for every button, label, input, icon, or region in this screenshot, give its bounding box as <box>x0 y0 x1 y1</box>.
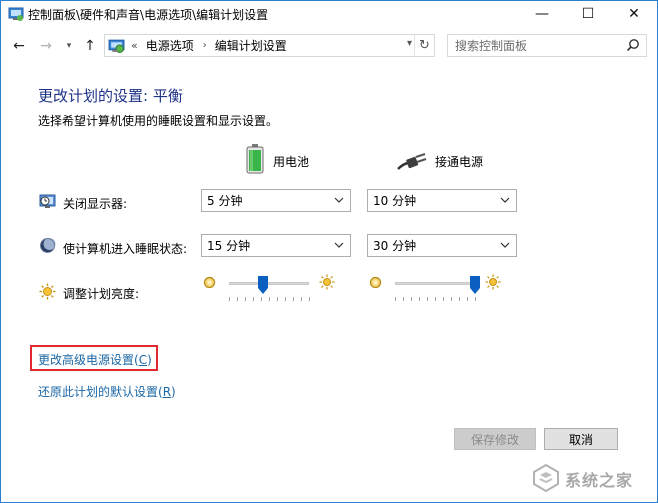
chevron-down-icon <box>500 197 510 203</box>
slider-tick <box>419 297 420 301</box>
battery-icon <box>246 144 264 174</box>
display-off-battery-value: 5 分钟 <box>207 194 243 208</box>
back-button[interactable]: ← <box>10 35 28 57</box>
moon-icon <box>40 238 56 253</box>
sleep-battery-value: 15 分钟 <box>207 239 251 253</box>
dim-sun-icon <box>203 276 216 289</box>
brightness-battery-slider[interactable] <box>203 272 335 302</box>
slider-tick <box>245 297 246 301</box>
restore-link-accesskey: R <box>162 385 172 399</box>
bright-sun-icon <box>485 274 501 290</box>
breadcrumb-power-options[interactable]: 电源选项 <box>146 37 194 54</box>
slider-tick <box>229 297 230 301</box>
forward-button[interactable]: → <box>37 35 55 57</box>
battery-column-label: 用电池 <box>273 154 310 169</box>
breadcrumb-edit-plan[interactable]: 编辑计划设置 <box>215 37 287 54</box>
restore-link-text: 还原此计划的默认设置( <box>38 385 163 399</box>
page-title: 更改计划的设置: 平衡 <box>38 87 183 105</box>
search-input[interactable] <box>448 35 624 56</box>
sleep-plugged-value: 30 分钟 <box>373 239 417 253</box>
recent-locations-button[interactable]: ▾ <box>62 35 76 57</box>
plugged-in-column-label: 接通电源 <box>435 154 484 169</box>
refresh-button[interactable]: ↻ <box>414 35 434 56</box>
advanced-link-close: ) <box>147 353 152 367</box>
chevron-down-icon <box>334 197 344 203</box>
brightness-plugged-slider[interactable] <box>369 272 501 302</box>
slider-tick <box>459 297 460 301</box>
slider-thumb[interactable] <box>470 276 480 294</box>
address-dropdown-button[interactable]: ▾ <box>407 38 412 49</box>
minimize-button[interactable]: — <box>519 1 565 27</box>
window-title: 控制面板\硬件和声音\电源选项\编辑计划设置 <box>28 8 269 22</box>
monitor-clock-icon <box>39 194 56 208</box>
slider-tick <box>467 297 468 301</box>
watermark: 系统之家 <box>529 461 649 499</box>
title-bar: 控制面板\硬件和声音\电源选项\编辑计划设置 — ☐ ✕ <box>1 1 657 27</box>
slider-tick <box>309 297 310 301</box>
control-panel-icon <box>8 7 24 21</box>
slider-tick <box>475 297 476 301</box>
breadcrumb-overflow[interactable]: « <box>131 39 138 52</box>
sleep-battery-select[interactable]: 15 分钟 <box>201 234 351 257</box>
sun-icon <box>39 283 56 300</box>
up-button[interactable]: ↑ <box>81 35 99 57</box>
slider-tick <box>261 297 262 301</box>
slider-tick <box>411 297 412 301</box>
slider-thumb[interactable] <box>257 276 268 294</box>
slider-tick <box>435 297 436 301</box>
slider-tick <box>269 297 270 301</box>
slider-track[interactable] <box>395 282 475 285</box>
display-off-plugged-value: 10 分钟 <box>373 194 417 208</box>
chevron-down-icon <box>500 242 510 248</box>
battery-column-header: 用电池 <box>245 144 310 174</box>
edit-plan-settings-window: 控制面板\硬件和声音\电源选项\编辑计划设置 — ☐ ✕ ← → ▾ ↑ « 电… <box>0 0 658 503</box>
slider-tick <box>253 297 254 301</box>
brightness-label: 调整计划亮度: <box>63 287 140 301</box>
display-off-plugged-select[interactable]: 10 分钟 <box>367 189 517 212</box>
close-button[interactable]: ✕ <box>611 1 657 27</box>
slider-tick <box>293 297 294 301</box>
slider-tick <box>427 297 428 301</box>
save-changes-button[interactable]: 保存修改 <box>454 428 536 450</box>
chevron-down-icon <box>334 242 344 248</box>
breadcrumb-separator[interactable]: › <box>203 40 207 51</box>
control-panel-icon <box>108 39 125 53</box>
slider-tick <box>395 297 396 301</box>
sleep-label: 使计算机进入睡眠状态: <box>63 242 188 256</box>
slider-track[interactable] <box>229 282 309 285</box>
slider-tick <box>403 297 404 301</box>
slider-tick <box>301 297 302 301</box>
slider-tick <box>285 297 286 301</box>
power-plug-icon <box>397 153 427 170</box>
page-description: 选择希望计算机使用的睡眠设置和显示设置。 <box>38 114 279 128</box>
slider-ticks <box>229 297 310 302</box>
slider-tick <box>443 297 444 301</box>
cancel-button[interactable]: 取消 <box>544 428 618 450</box>
sleep-plugged-select[interactable]: 30 分钟 <box>367 234 517 257</box>
watermark-text: 系统之家 <box>565 471 634 490</box>
search-box[interactable] <box>447 34 647 57</box>
plugged-in-column-header: 接通电源 <box>397 149 483 173</box>
maximize-button[interactable]: ☐ <box>565 1 611 27</box>
restore-defaults-link[interactable]: 还原此计划的默认设置(R) <box>38 383 176 400</box>
dim-sun-icon <box>369 276 382 289</box>
address-bar[interactable]: « 电源选项 › 编辑计划设置 ▾ ↻ <box>104 34 435 57</box>
slider-ticks <box>395 297 476 302</box>
navigation-bar: ← → ▾ ↑ « 电源选项 › 编辑计划设置 ▾ ↻ <box>1 31 657 61</box>
search-icon[interactable] <box>626 38 640 52</box>
restore-link-close: ) <box>171 385 176 399</box>
turn-off-display-label: 关闭显示器: <box>63 197 128 211</box>
slider-tick <box>237 297 238 301</box>
display-off-battery-select[interactable]: 5 分钟 <box>201 189 351 212</box>
advanced-power-settings-link[interactable]: 更改高级电源设置(C) <box>38 351 152 368</box>
slider-tick <box>277 297 278 301</box>
bright-sun-icon <box>319 274 335 290</box>
watermark-logo-icon <box>533 463 559 493</box>
slider-tick <box>451 297 452 301</box>
advanced-link-text: 更改高级电源设置( <box>38 353 139 367</box>
advanced-link-accesskey: C <box>138 353 148 367</box>
